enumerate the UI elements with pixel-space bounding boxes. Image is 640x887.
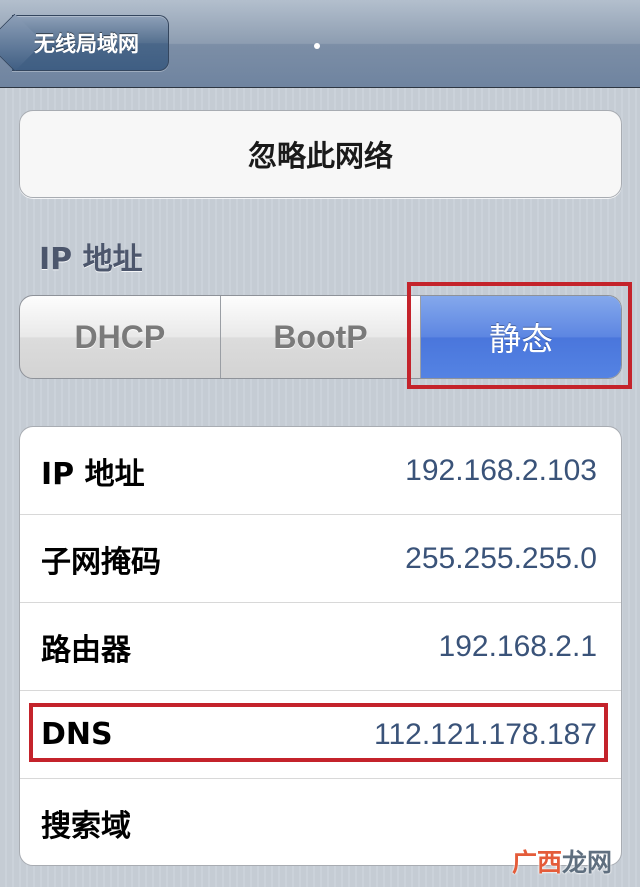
- subnet-mask-label: 子网掩码: [41, 544, 161, 580]
- forget-network-button[interactable]: 忽略此网络: [19, 110, 622, 198]
- table-row-subnet-mask[interactable]: 子网掩码 255.255.255.0: [20, 515, 621, 603]
- segment-bootp[interactable]: BootP: [221, 296, 422, 378]
- search-domain-label: 搜索域: [41, 809, 131, 844]
- subnet-mask-value[interactable]: 255.255.255.0: [405, 542, 597, 576]
- highlight-box-static: [407, 282, 632, 389]
- table-row-router[interactable]: 路由器 192.168.2.1: [20, 603, 621, 691]
- navigation-bar: 无线局域网: [0, 0, 640, 88]
- ip-settings-table: IP 地址 192.168.2.103 子网掩码 255.255.255.0 路…: [19, 426, 622, 866]
- router-value[interactable]: 192.168.2.1: [439, 630, 597, 664]
- nav-dot: [314, 43, 320, 49]
- watermark-part1: 广西: [512, 848, 563, 877]
- back-button[interactable]: 无线局域网: [0, 13, 169, 72]
- ip-address-value[interactable]: 192.168.2.103: [405, 454, 597, 488]
- highlight-box-dns: [29, 703, 608, 762]
- watermark-part2: 龙网: [562, 848, 613, 877]
- ip-section-header: IP 地址: [39, 242, 143, 277]
- watermark: 广西龙网: [512, 843, 612, 879]
- segment-dhcp[interactable]: DHCP: [20, 296, 221, 378]
- router-label: 路由器: [41, 632, 131, 668]
- ip-address-label: IP 地址: [41, 456, 145, 492]
- back-button-label: 无线局域网: [34, 32, 139, 56]
- table-row-ip-address[interactable]: IP 地址 192.168.2.103: [20, 427, 621, 515]
